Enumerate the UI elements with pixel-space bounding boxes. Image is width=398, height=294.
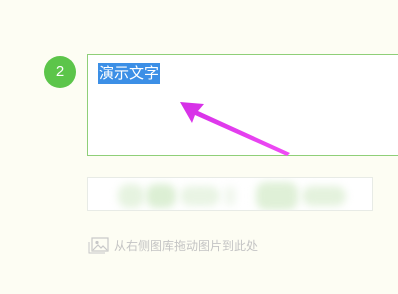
selected-text[interactable]: 演示文字: [98, 63, 161, 84]
text-input-area[interactable]: 演示文字: [87, 54, 398, 156]
image-placeholder-icon: [88, 237, 109, 254]
drop-image-hint: 从右侧图库拖动图片到此处: [88, 236, 258, 254]
blurred-content-bar: [87, 177, 373, 211]
step-number-badge: 2: [44, 56, 76, 88]
drop-hint-text: 从右侧图库拖动图片到此处: [114, 238, 259, 253]
